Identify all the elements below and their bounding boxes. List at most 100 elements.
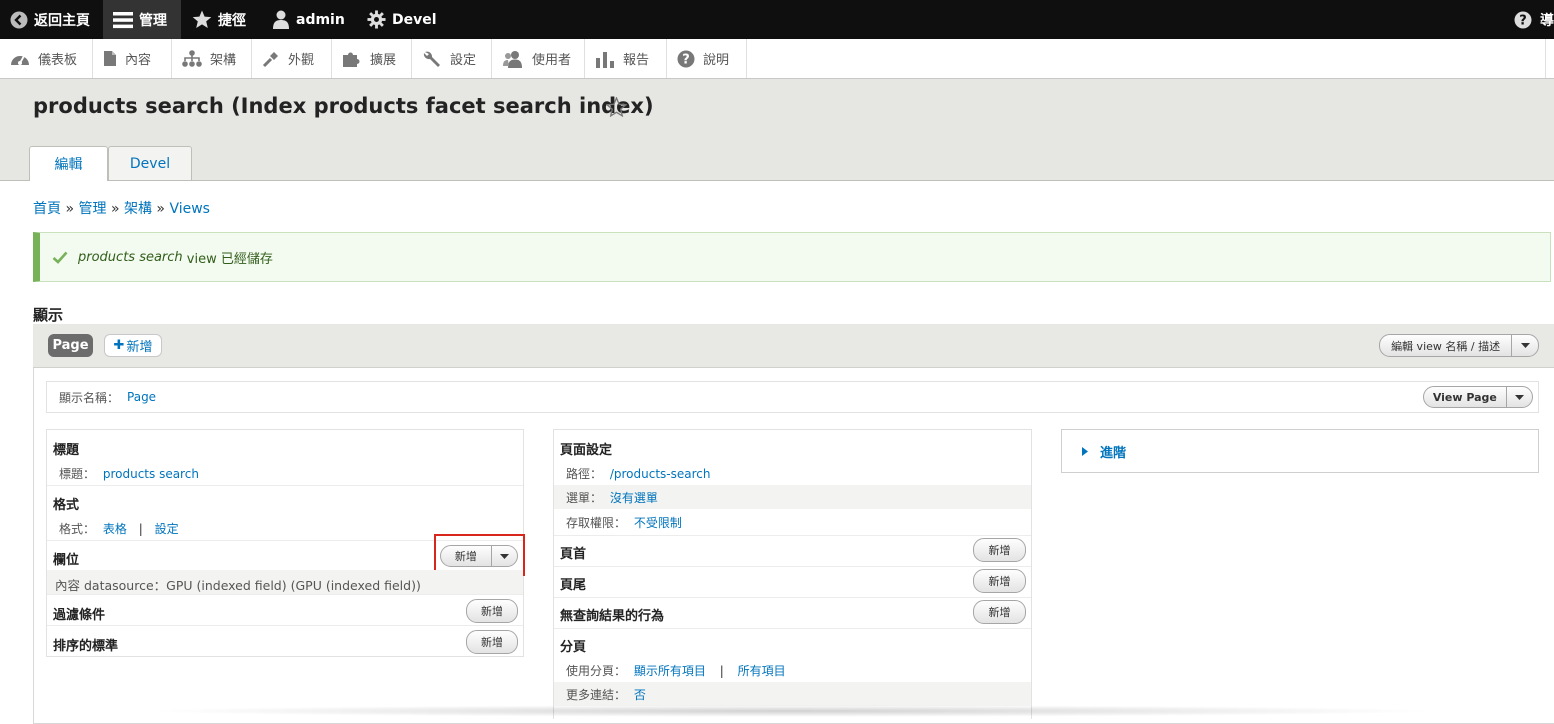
path-label: 路徑： (566, 467, 603, 481)
advanced-toggle[interactable]: 進階 (1061, 429, 1539, 473)
tray-label: 擴展 (370, 53, 397, 68)
add-display-label: 新增 (126, 340, 153, 355)
gear-icon (367, 10, 386, 29)
shortcuts-toggle[interactable]: 捷徑 (182, 0, 256, 39)
tray-item-help[interactable]: ? 說明 (667, 39, 747, 78)
path-value-link[interactable]: /products-search (610, 467, 711, 481)
pager-label: 使用分頁： (566, 664, 627, 678)
format-row: 格式： 表格 | 設定 (59, 520, 179, 537)
breadcrumb-views[interactable]: Views (169, 201, 210, 217)
tray-label: 使用者 (532, 53, 572, 68)
pager-sep: | (719, 664, 724, 678)
message-text: view 已經儲存 (182, 251, 273, 267)
back-arrow-icon (10, 11, 28, 29)
bottom-shadow (140, 705, 1440, 717)
footer-section-head: 頁尾 (560, 578, 587, 593)
manage-toggle[interactable]: 管理 (103, 0, 181, 39)
tray-item-appearance[interactable]: 外觀 (252, 39, 332, 78)
help-icon: ? (677, 50, 695, 68)
format-section-head: 格式 (53, 498, 80, 513)
add-display-button[interactable]: ✚ 新增 (104, 334, 162, 357)
more-link-row: 更多連結： 否 (566, 686, 646, 703)
status-message: products search view 已經儲存 (33, 232, 1551, 282)
star-icon (192, 10, 212, 29)
admin-toolbar: 返回主頁 管理 捷徑 admin Devel ? 導 (0, 0, 1554, 39)
svg-text:?: ? (1519, 13, 1527, 28)
pager-row: 使用分頁： 顯示所有項目 | 所有項目 (566, 662, 786, 679)
tab-edit[interactable]: 編輯 (29, 146, 108, 181)
plus-icon: ✚ (113, 338, 125, 353)
header-add-button[interactable]: 新增 (973, 538, 1026, 562)
divider (47, 594, 523, 595)
divider (554, 628, 1031, 629)
tray-label: 說明 (703, 53, 730, 68)
tray-item-content[interactable]: 內容 (93, 39, 172, 78)
file-icon (103, 50, 117, 67)
tray-label: 架構 (210, 53, 237, 68)
devel-label: Devel (392, 11, 437, 28)
breadcrumb-home[interactable]: 首頁 (33, 201, 61, 217)
breadcrumb-sep: » (156, 201, 165, 217)
devel-toggle[interactable]: Devel (357, 0, 447, 39)
display-tab-page[interactable]: Page (48, 334, 93, 357)
user-label: admin (296, 11, 345, 28)
chevron-down-icon[interactable] (1505, 387, 1532, 407)
tray-item-reports[interactable]: 報告 (585, 39, 667, 78)
divider (554, 535, 1031, 536)
breadcrumb-admin[interactable]: 管理 (78, 201, 106, 217)
menu-value-link[interactable]: 沒有選單 (610, 491, 658, 505)
no-results-add-button[interactable]: 新增 (973, 600, 1026, 624)
wrench-icon (422, 50, 442, 68)
tray-item-people[interactable]: 使用者 (492, 39, 585, 78)
user-icon (272, 10, 290, 29)
dashboard-icon (10, 51, 30, 67)
more-value-link[interactable]: 否 (634, 688, 646, 702)
tray-item-dashboard[interactable]: 儀表板 (0, 39, 93, 78)
more-label: 更多連結： (566, 688, 627, 702)
page-title: products search (Index products facet se… (33, 94, 654, 118)
tray-label: 內容 (125, 53, 152, 68)
svg-text:?: ? (682, 52, 690, 67)
format-settings-link[interactable]: 設定 (155, 522, 179, 536)
advanced-label: 進階 (1100, 445, 1127, 461)
tray-item-structure[interactable]: 架構 (172, 39, 252, 78)
displays-label: 顯示 (33, 306, 64, 324)
page-settings-head: 頁面設定 (560, 443, 613, 458)
menu-row: 選單： 沒有選單 (566, 489, 658, 506)
back-home-link[interactable]: 返回主頁 (0, 0, 100, 39)
tray-label: 儀表板 (38, 53, 78, 68)
pager-items-link[interactable]: 所有項目 (738, 664, 786, 678)
format-label: 格式： (59, 522, 96, 536)
sort-section-head: 排序的標準 (53, 639, 119, 654)
sort-add-button[interactable]: 新增 (466, 630, 518, 654)
tab-devel[interactable]: Devel (108, 146, 192, 180)
people-icon (502, 50, 524, 68)
user-toggle[interactable]: admin (262, 0, 355, 39)
edit-view-dropbutton[interactable]: 編輯 view 名稱 / 描述 (1379, 334, 1539, 357)
tray-item-config[interactable]: 設定 (412, 39, 492, 78)
view-page-dropbutton[interactable]: View Page (1423, 386, 1533, 408)
tray-item-extend[interactable]: 擴展 (332, 39, 412, 78)
favorite-star-icon[interactable] (606, 97, 627, 117)
title-value-link[interactable]: products search (103, 467, 199, 481)
footer-add-button[interactable]: 新增 (973, 569, 1026, 593)
view-page-button[interactable]: View Page (1424, 387, 1506, 407)
access-value-link[interactable]: 不受限制 (634, 516, 682, 530)
breadcrumb-sep: » (110, 201, 120, 217)
edit-view-name-button[interactable]: 編輯 view 名稱 / 描述 (1380, 335, 1511, 356)
menu-label: 選單： (566, 491, 603, 505)
breadcrumb-structure[interactable]: 架構 (124, 201, 152, 217)
display-name-link[interactable]: Page (127, 390, 156, 404)
fields-section-head: 欄位 (53, 553, 80, 568)
path-row: 路徑： /products-search (566, 465, 710, 482)
format-value-link[interactable]: 表格 (103, 522, 127, 536)
divider (554, 566, 1031, 567)
filters-add-button[interactable]: 新增 (466, 599, 518, 623)
pager-value-link[interactable]: 顯示所有項目 (634, 664, 706, 678)
chevron-down-icon[interactable] (1511, 335, 1538, 356)
field-item-link[interactable]: 內容 datasource：GPU (indexed field) (GPU (… (55, 575, 421, 594)
help-toggle[interactable]: ? 導 (1514, 0, 1554, 39)
divider (47, 625, 523, 626)
right-label: 導 (1540, 12, 1554, 29)
brush-icon (262, 50, 280, 68)
